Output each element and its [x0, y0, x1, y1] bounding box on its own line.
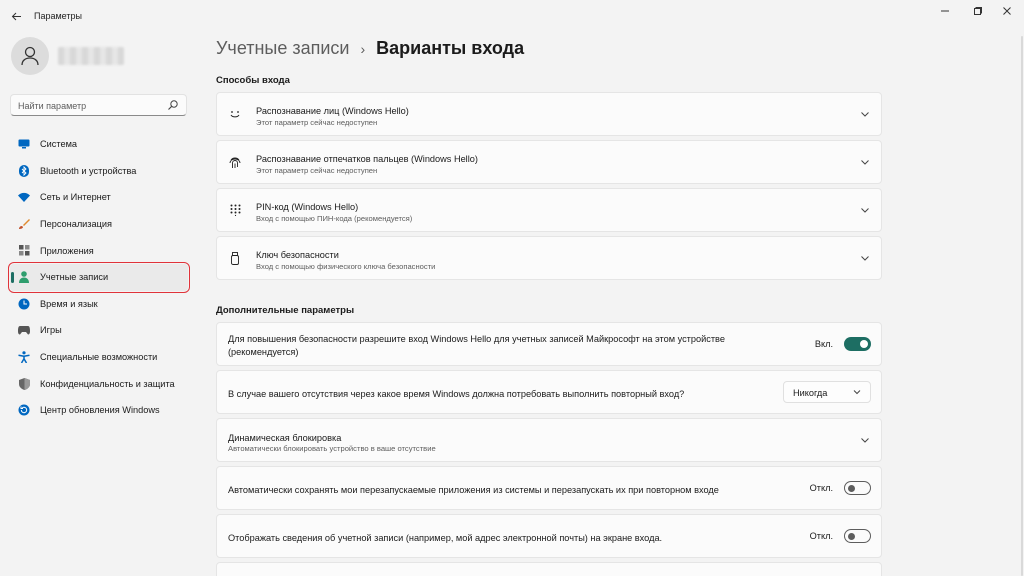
signin-option-face[interactable]: Распознавание лиц (Windows Hello) Этот п…	[216, 92, 882, 136]
pin-keypad-icon	[228, 203, 242, 217]
require-signin-dropdown[interactable]: Никогда	[783, 381, 871, 403]
breadcrumb-separator: ›	[360, 40, 366, 57]
option-title: Распознавание отпечатков пальцев (Window…	[256, 154, 478, 164]
setting-show-account: Отображать сведения об учетной записи (н…	[216, 514, 882, 558]
show-account-toggle[interactable]	[844, 529, 871, 543]
setting-text: Автоматически сохранять мои перезапускае…	[228, 485, 719, 495]
system-icon	[18, 138, 30, 150]
avatar[interactable]	[11, 37, 49, 75]
globe-clock-icon	[18, 298, 30, 310]
back-arrow-icon[interactable]	[8, 8, 24, 24]
sidebar-item-apps[interactable]: Приложения	[10, 237, 188, 264]
search-input[interactable]	[18, 99, 163, 112]
toggle-state-label: Откл.	[809, 531, 833, 541]
gamepad-icon	[18, 324, 30, 336]
setting-text-line1: Для повышения безопасности разрешите вхо…	[228, 334, 725, 344]
scrollbar[interactable]	[1021, 36, 1023, 576]
minimize-icon[interactable]	[930, 4, 960, 18]
sidebar-item-time-language[interactable]: Время и язык	[10, 291, 188, 318]
section-title-sign-in: Способы входа	[216, 75, 290, 86]
sidebar-item-label: Конфиденциальность и защита	[40, 378, 175, 389]
sidebar-item-label: Сеть и Интернет	[40, 192, 111, 203]
update-icon	[18, 404, 30, 416]
toggle-state-label: Откл.	[809, 483, 833, 493]
sidebar-item-label: Система	[40, 139, 78, 150]
sidebar-item-gaming[interactable]: Игры	[10, 317, 188, 344]
close-icon[interactable]	[992, 4, 1022, 18]
breadcrumb: Учетные записи › Варианты входа	[216, 38, 524, 59]
shield-icon	[18, 377, 30, 390]
sidebar-item-label: Bluetooth и устройства	[40, 165, 137, 176]
accessibility-icon	[18, 351, 30, 364]
restart-apps-toggle[interactable]	[844, 481, 871, 495]
sidebar-item-label: Персонализация	[40, 219, 112, 230]
apps-icon	[18, 245, 30, 257]
signin-option-fingerprint[interactable]: Распознавание отпечатков пальцев (Window…	[216, 140, 882, 184]
sidebar-item-personalization[interactable]: Персонализация	[10, 211, 188, 238]
section-title-additional: Дополнительные параметры	[216, 305, 355, 316]
chevron-down-icon[interactable]	[860, 205, 870, 215]
hello-only-toggle[interactable]	[844, 337, 871, 351]
chevron-down-icon[interactable]	[860, 435, 870, 445]
sidebar-item-accounts[interactable]: Учетные записи	[8, 261, 190, 293]
option-subtitle: Вход с помощью ПИН-кода (рекомендуется)	[256, 214, 413, 223]
fingerprint-icon	[228, 155, 242, 169]
face-icon	[228, 107, 242, 121]
chevron-down-icon	[853, 388, 861, 396]
setting-text: В случае вашего отсутствия через какое в…	[228, 389, 685, 399]
sidebar-item-system[interactable]: Система	[10, 131, 188, 158]
option-title: Распознавание лиц (Windows Hello)	[256, 106, 409, 116]
sidebar-item-network[interactable]: Сеть и Интернет	[10, 184, 188, 211]
sidebar-item-privacy[interactable]: Конфиденциальность и защита	[10, 370, 188, 397]
title-bar: Параметры	[0, 0, 1024, 32]
setting-require-signin: В случае вашего отсутствия через какое в…	[216, 370, 882, 414]
option-subtitle: Вход с помощью физического ключа безопас…	[256, 262, 436, 271]
restore-icon[interactable]	[963, 4, 993, 18]
sidebar-item-windows-update[interactable]: Центр обновления Windows	[10, 397, 188, 424]
sidebar-item-label: Учетные записи	[40, 272, 109, 283]
bluetooth-icon	[18, 164, 30, 177]
sidebar-item-label: Центр обновления Windows	[40, 405, 160, 416]
setting-next-partial	[216, 562, 882, 576]
user-icon	[21, 46, 39, 66]
option-title: PIN-код (Windows Hello)	[256, 202, 359, 212]
option-title: Ключ безопасности	[256, 250, 339, 260]
setting-dynamic-lock[interactable]: Динамическая блокировка Автоматически бл…	[216, 418, 882, 462]
signin-option-security-key[interactable]: Ключ безопасности Вход с помощью физичес…	[216, 236, 882, 280]
sidebar-item-label: Игры	[40, 325, 62, 336]
sidebar-item-bluetooth[interactable]: Bluetooth и устройства	[10, 158, 188, 185]
setting-hello-only: Для повышения безопасности разрешите вхо…	[216, 322, 882, 366]
wifi-icon	[18, 191, 30, 203]
brush-icon	[18, 218, 30, 230]
sidebar-nav: Система Bluetooth и устройства Сеть и Ин…	[8, 131, 190, 424]
chevron-down-icon[interactable]	[860, 109, 870, 119]
dropdown-value: Никогда	[793, 388, 828, 398]
account-icon	[18, 271, 30, 284]
chevron-down-icon[interactable]	[860, 253, 870, 263]
setting-text-line2: (рекомендуется)	[228, 347, 299, 357]
search-icon[interactable]	[167, 99, 179, 111]
user-name-redacted	[58, 47, 124, 65]
page-title: Варианты входа	[376, 38, 525, 58]
sidebar-item-label: Время и язык	[40, 298, 98, 309]
sidebar-item-label: Специальные возможности	[40, 352, 158, 363]
chevron-down-icon[interactable]	[860, 157, 870, 167]
sidebar-item-label: Приложения	[40, 245, 94, 256]
option-subtitle: Этот параметр сейчас недоступен	[256, 118, 378, 127]
signin-option-pin[interactable]: PIN-код (Windows Hello) Вход с помощью П…	[216, 188, 882, 232]
toggle-state-label: Вкл.	[814, 339, 833, 349]
search-box[interactable]	[10, 94, 187, 116]
setting-restart-apps: Автоматически сохранять мои перезапускае…	[216, 466, 882, 510]
option-subtitle: Этот параметр сейчас недоступен	[256, 166, 378, 175]
setting-subtitle: Автоматически блокировать устройство в в…	[228, 444, 436, 453]
sidebar-item-accessibility[interactable]: Специальные возможности	[10, 344, 188, 371]
setting-text: Отображать сведения об учетной записи (н…	[228, 533, 663, 543]
breadcrumb-parent[interactable]: Учетные записи	[216, 38, 349, 59]
usb-key-icon	[228, 251, 242, 265]
app-title: Параметры	[34, 11, 82, 21]
